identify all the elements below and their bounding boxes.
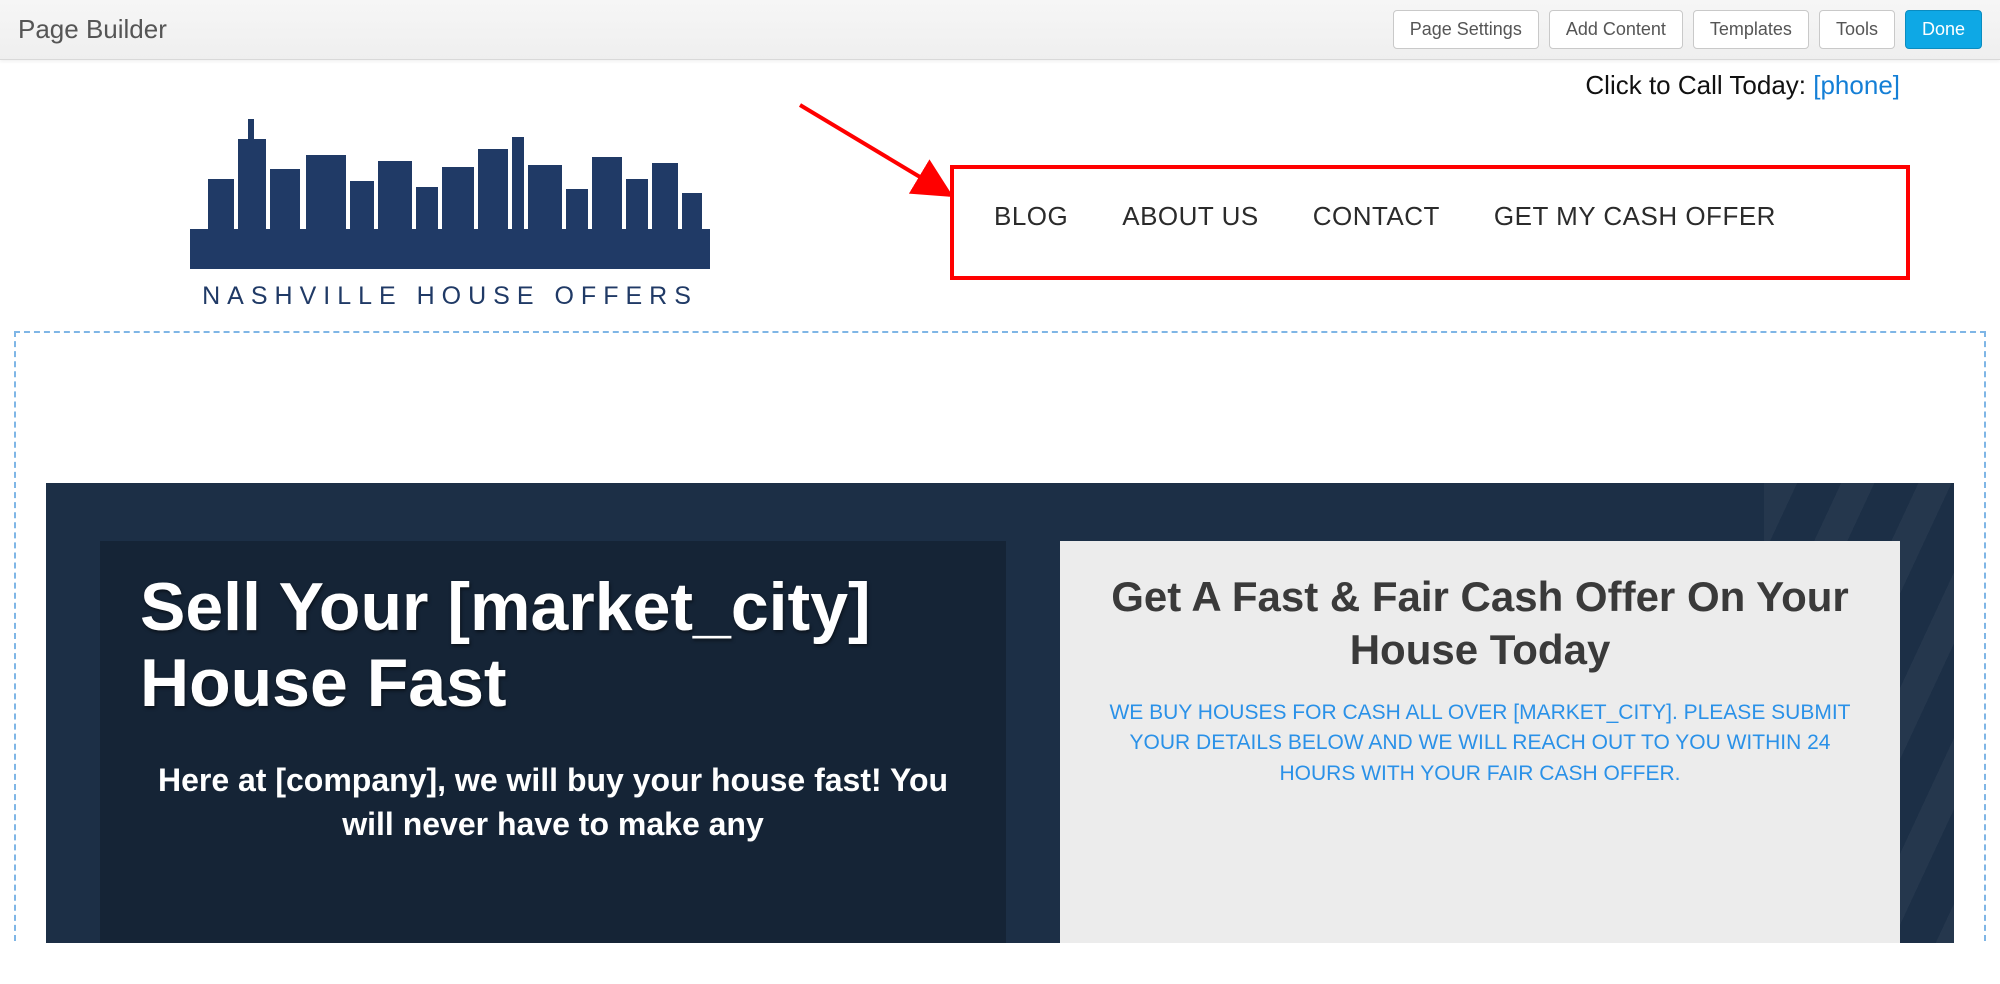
hero-subheadline: Here at [company], we will buy your hous…: [140, 759, 966, 845]
click-to-call-phone-link[interactable]: [phone]: [1813, 70, 1900, 100]
hero-right-column: Get A Fast & Fair Cash Offer On Your Hou…: [1060, 541, 1900, 943]
nav-item-blog[interactable]: BLOG: [994, 201, 1068, 232]
tools-button[interactable]: Tools: [1819, 10, 1895, 49]
nav-item-about-us[interactable]: ABOUT US: [1122, 201, 1258, 232]
site-header: NASHVILLE HOUSE OFFERS BLOG ABOUT US CON…: [0, 105, 2000, 331]
skyline-icon: [190, 109, 710, 269]
add-content-button[interactable]: Add Content: [1549, 10, 1683, 49]
click-to-call-row: Click to Call Today: [phone]: [0, 60, 2000, 105]
done-button[interactable]: Done: [1905, 10, 1982, 49]
page-builder-toolbar: Page Builder Page Settings Add Content T…: [0, 0, 2000, 60]
main-nav: BLOG ABOUT US CONTACT GET MY CASH OFFER: [994, 201, 1866, 232]
hero-row: Sell Your [market_city] House Fast Here …: [46, 483, 1954, 943]
nav-item-cash-offer[interactable]: GET MY CASH OFFER: [1494, 201, 1776, 232]
hero-left-column: Sell Your [market_city] House Fast Here …: [100, 541, 1006, 943]
hero-headline: Sell Your [market_city] House Fast: [140, 569, 966, 721]
offer-heading: Get A Fast & Fair Cash Offer On Your Hou…: [1096, 571, 1864, 676]
offer-subheading: WE BUY HOUSES FOR CASH ALL OVER [MARKET_…: [1096, 698, 1864, 789]
main-nav-highlight: BLOG ABOUT US CONTACT GET MY CASH OFFER: [950, 165, 1910, 280]
nav-item-contact[interactable]: CONTACT: [1313, 201, 1440, 232]
click-to-call-label: Click to Call Today:: [1585, 70, 1813, 100]
logo-caption: NASHVILLE HOUSE OFFERS: [180, 282, 720, 311]
page-builder-title: Page Builder: [18, 14, 167, 45]
site-logo[interactable]: NASHVILLE HOUSE OFFERS: [180, 109, 720, 311]
module-drop-area[interactable]: Sell Your [market_city] House Fast Here …: [14, 331, 1986, 941]
page-settings-button[interactable]: Page Settings: [1393, 10, 1539, 49]
templates-button[interactable]: Templates: [1693, 10, 1809, 49]
